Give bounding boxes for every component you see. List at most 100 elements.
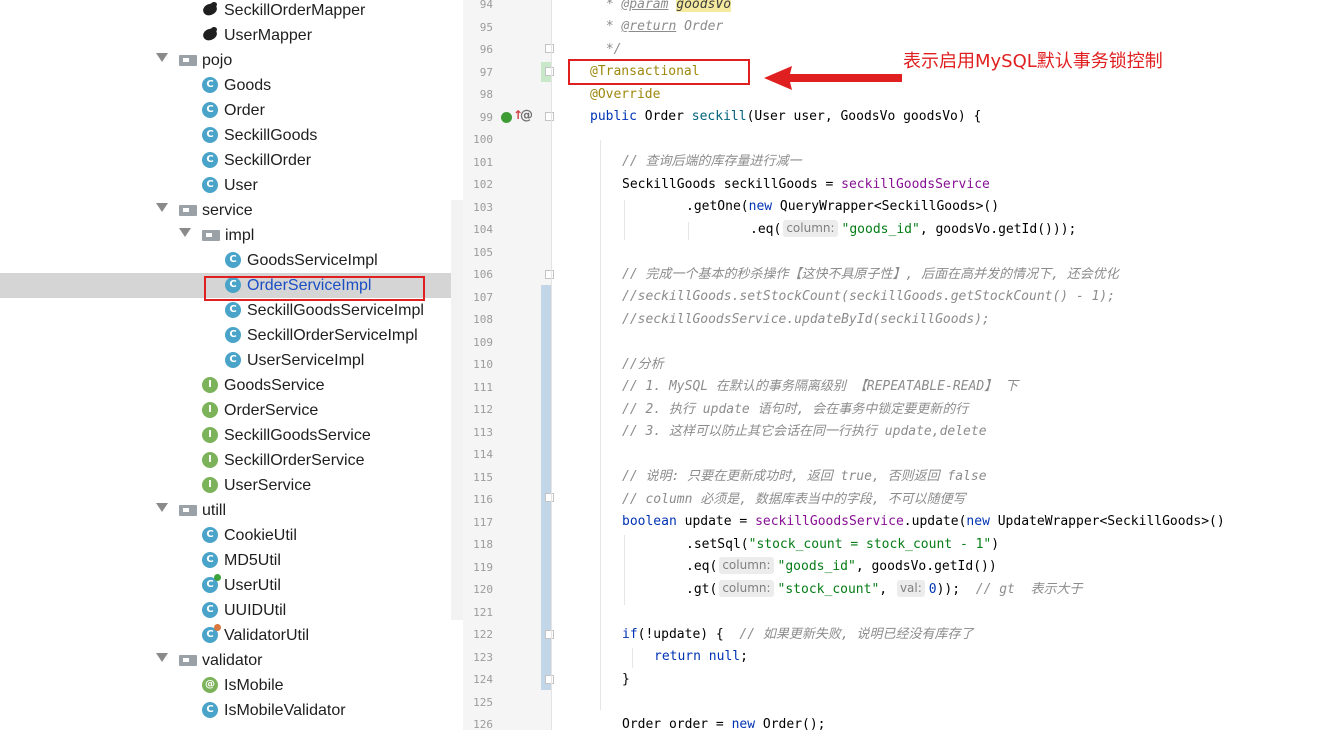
code-line-115: // 说明: 只要在更新成功时, 返回 true, 否则返回 false: [622, 469, 987, 484]
code-line-104: .eq(column: "goods_id", goodsVo.getId()))…: [750, 220, 1077, 237]
tree-item-label: UserService: [224, 477, 312, 494]
class-icon: C: [202, 77, 218, 93]
tree-item-label: pojo: [202, 52, 233, 69]
line-number: 122: [473, 628, 493, 641]
tree-package-row[interactable]: utill: [0, 498, 463, 523]
code-line-102: SeckillGoods seckillGoods = seckillGoods…: [622, 177, 990, 192]
class-icon: C: [202, 127, 218, 143]
run-badge-icon: [214, 574, 221, 581]
project-tree-scrollbar[interactable]: [451, 200, 463, 620]
indent-guide: [624, 535, 625, 605]
class-icon: C: [202, 624, 221, 643]
tree-file-row[interactable]: C ValidatorUtil: [0, 623, 463, 648]
annotation-text: 表示启用MySQL默认事务锁控制: [903, 51, 1163, 72]
indent-guide: [624, 200, 625, 240]
tree-item-label: IsMobileValidator: [224, 702, 346, 719]
line-number: 94: [479, 0, 493, 11]
line-number: 106: [473, 268, 493, 281]
tree-file-row[interactable]: C GoodsServiceImpl: [0, 248, 463, 273]
fold-marker-icon[interactable]: [545, 44, 554, 53]
tree-file-row[interactable]: C Order: [0, 98, 463, 123]
gutter-divider: [551, 0, 552, 730]
tree-file-row[interactable]: UserMapper: [0, 23, 463, 48]
tree-item-label: UserServiceImpl: [247, 352, 365, 369]
tree-package-row[interactable]: service: [0, 198, 463, 223]
expand-arrow-icon[interactable]: [156, 53, 168, 62]
mybatis-mapper-icon: [202, 26, 218, 42]
code-line-95: * @return Order: [598, 19, 724, 34]
code-line-123: return null;: [654, 649, 748, 664]
code-editor[interactable]: 94 95 96 97 98 99 100 101 102 103 104 105 106 107 108 1…: [463, 0, 1339, 732]
tree-item-label: User: [224, 177, 258, 194]
expand-arrow-icon[interactable]: [179, 228, 191, 237]
tree-file-row[interactable]: C User: [0, 173, 463, 198]
fold-marker-icon[interactable]: [545, 112, 554, 121]
package-folder-icon: [179, 205, 197, 216]
tree-package-row[interactable]: validator: [0, 648, 463, 673]
tree-file-row[interactable]: I GoodsService: [0, 373, 463, 398]
code-line-110: //分析: [622, 357, 664, 372]
tree-file-row[interactable]: C Goods: [0, 73, 463, 98]
tree-file-row[interactable]: SeckillOrderMapper: [0, 0, 463, 23]
annotation-arrow: [764, 66, 902, 90]
code-line-118: .setSql("stock_count = stock_count - 1"): [686, 537, 1000, 552]
line-number: 105: [473, 245, 493, 259]
tree-file-row[interactable]: C SeckillGoods: [0, 123, 463, 148]
tree-package-row[interactable]: pojo: [0, 48, 463, 73]
annotation-marker-icon[interactable]: @: [520, 108, 533, 124]
line-number: 114: [473, 448, 493, 461]
implements-method-icon[interactable]: [501, 112, 512, 123]
tree-file-row[interactable]: C UserServiceImpl: [0, 348, 463, 373]
fold-marker-icon[interactable]: [545, 493, 554, 502]
tree-item-label: GoodsService: [224, 377, 325, 394]
tree-file-row[interactable]: I OrderService: [0, 398, 463, 423]
tree-item-label: CookieUtil: [224, 527, 297, 544]
indent-guide: [600, 140, 601, 710]
line-number: 110: [473, 358, 493, 371]
line-number: 118: [473, 538, 493, 551]
mybatis-mapper-icon: [202, 1, 218, 17]
expand-arrow-icon[interactable]: [156, 203, 168, 212]
tree-file-row[interactable]: I SeckillOrderService: [0, 448, 463, 473]
tree-file-row[interactable]: C SeckillOrderServiceImpl: [0, 323, 463, 348]
code-line-106: // 完成一个基本的秒杀操作【这快不具原子性】, 后面在高并发的情况下, 还会优…: [622, 267, 1119, 282]
fold-marker-icon[interactable]: [545, 675, 554, 684]
code-line-103: .getOne(new QueryWrapper<SeckillGoods>(): [686, 199, 1000, 214]
tree-item-label: utill: [202, 502, 227, 519]
line-number: 126: [473, 718, 493, 731]
line-number: 123: [473, 650, 493, 664]
tree-file-row[interactable]: I UserService: [0, 473, 463, 498]
class-icon: C: [225, 327, 241, 343]
tree-file-row[interactable]: C SeckillOrder: [0, 148, 463, 173]
package-folder-icon: [179, 655, 197, 666]
tree-file-row[interactable]: C IsMobileValidator: [0, 698, 463, 723]
line-number: 107: [473, 290, 493, 304]
tree-item-label: Order: [224, 102, 265, 119]
interface-icon: I: [202, 377, 218, 393]
tree-file-row[interactable]: @ IsMobile: [0, 673, 463, 698]
tree-package-row[interactable]: impl: [0, 223, 463, 248]
tree-file-row[interactable]: C CookieUtil: [0, 523, 463, 548]
tree-file-row[interactable]: I SeckillGoodsService: [0, 423, 463, 448]
expand-arrow-icon[interactable]: [156, 653, 168, 662]
line-number: 117: [473, 515, 493, 529]
line-number: 121: [473, 605, 493, 619]
code-line-120: .gt(column: "stock_count", val: 0)); // gt…: [686, 580, 1083, 597]
expand-arrow-icon[interactable]: [156, 503, 168, 512]
code-line-113: // 3. 这样可以防止其它会话在同一行执行 update,delete: [622, 424, 987, 439]
tree-item-label: UserUtil: [224, 577, 281, 594]
tree-item-label: UserMapper: [224, 27, 313, 44]
interface-icon: I: [202, 427, 218, 443]
tree-file-row[interactable]: C UserUtil: [0, 573, 463, 598]
class-icon: C: [202, 702, 218, 718]
fold-marker-icon[interactable]: [545, 67, 554, 76]
class-icon: C: [202, 527, 218, 543]
tree-file-row[interactable]: C UUIDUtil: [0, 598, 463, 623]
tree-file-row[interactable]: C SeckillGoodsServiceImpl: [0, 298, 463, 323]
line-number: 116: [473, 493, 493, 506]
tree-item-label: SeckillOrder: [224, 152, 312, 169]
fold-marker-icon[interactable]: [545, 630, 554, 639]
tree-item-label: OrderService: [224, 402, 319, 419]
fold-marker-icon[interactable]: [545, 270, 554, 279]
tree-file-row[interactable]: C MD5Util: [0, 548, 463, 573]
